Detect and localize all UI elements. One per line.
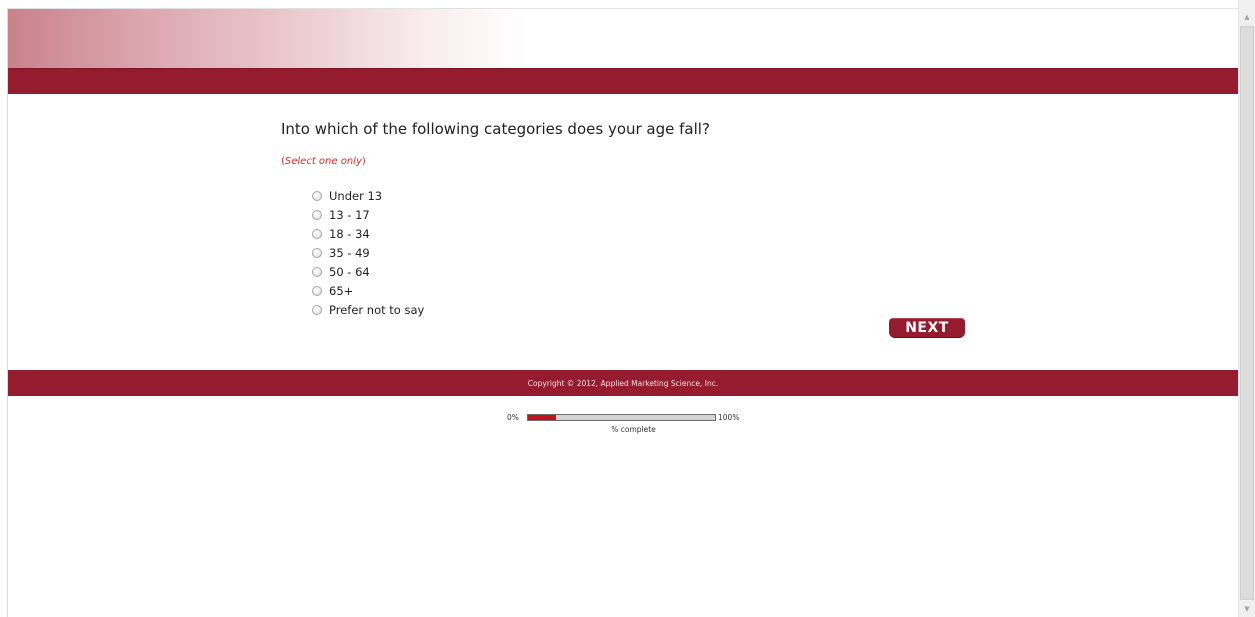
- progress-start-label: 0%: [507, 413, 519, 422]
- scroll-up-arrow-icon[interactable]: ▲: [1239, 9, 1255, 25]
- radio-button[interactable]: [312, 190, 322, 201]
- option-label: 65+: [329, 283, 354, 298]
- progress-bar: [527, 414, 716, 421]
- footer-bar: Copyright © 2012, Applied Marketing Scie…: [8, 370, 1238, 396]
- progress-bar-fill: [528, 415, 557, 420]
- radio-button[interactable]: [312, 228, 322, 239]
- scroll-down-arrow-icon[interactable]: ▼: [1239, 601, 1255, 617]
- radio-button[interactable]: [312, 266, 322, 277]
- option-35-49[interactable]: 35 - 49: [312, 243, 424, 262]
- scrollbar-thumb[interactable]: [1240, 26, 1254, 600]
- progress-indicator: 0% 100% % complete: [504, 412, 764, 442]
- option-65-plus[interactable]: 65+: [312, 281, 424, 300]
- option-label: 35 - 49: [329, 245, 370, 260]
- question-title: Into which of the following categories d…: [281, 120, 710, 138]
- progress-end-label: 100%: [718, 413, 740, 422]
- option-prefer-not-to-say[interactable]: Prefer not to say: [312, 300, 424, 319]
- answer-options: Under 13 13 - 17 18 - 34 35 - 49 50 - 64…: [312, 186, 424, 319]
- option-label: 13 - 17: [329, 207, 370, 222]
- radio-button[interactable]: [312, 304, 322, 315]
- option-18-34[interactable]: 18 - 34: [312, 224, 424, 243]
- option-13-17[interactable]: 13 - 17: [312, 205, 424, 224]
- vertical-scrollbar[interactable]: ▲ ▼: [1238, 0, 1255, 617]
- header-banner: [8, 9, 528, 68]
- option-label: 18 - 34: [329, 226, 370, 241]
- radio-button[interactable]: [312, 285, 322, 296]
- page-left-border: [7, 8, 8, 617]
- instruction-text: Select one only: [284, 156, 362, 167]
- option-label: 50 - 64: [329, 264, 370, 279]
- radio-button[interactable]: [312, 247, 322, 258]
- option-50-64[interactable]: 50 - 64: [312, 262, 424, 281]
- progress-caption: % complete: [611, 425, 656, 434]
- header-bar: [8, 68, 1238, 94]
- option-label: Under 13: [329, 188, 383, 203]
- instruction-close-paren: ): [361, 156, 366, 167]
- radio-button[interactable]: [312, 209, 322, 220]
- copyright-text: Copyright © 2012, Applied Marketing Scie…: [527, 378, 719, 388]
- question-instruction: (Select one only): [281, 156, 366, 167]
- survey-page: Into which of the following categories d…: [0, 0, 1238, 617]
- option-label: Prefer not to say: [329, 302, 425, 317]
- next-button[interactable]: NEXT: [889, 318, 965, 337]
- option-under-13[interactable]: Under 13: [312, 186, 424, 205]
